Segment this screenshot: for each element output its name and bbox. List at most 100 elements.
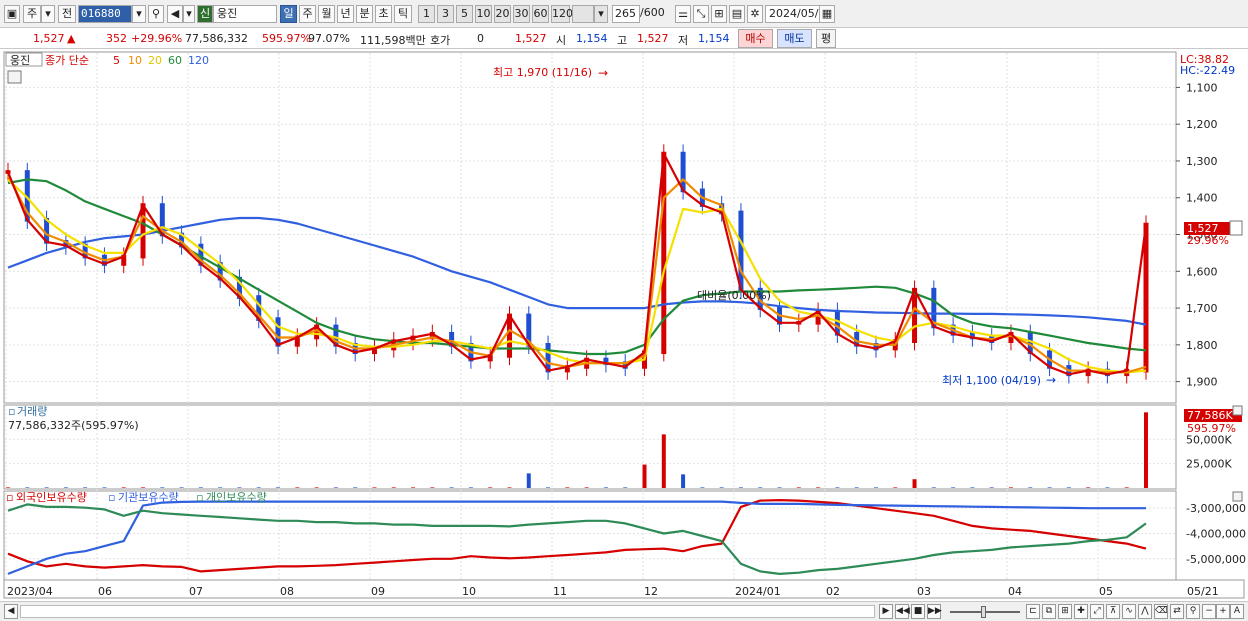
tool-wave-icon[interactable]: ∿ — [1122, 604, 1136, 619]
tool-trend-icon[interactable]: ⤢ — [1090, 604, 1104, 619]
zoom-slider-handle[interactable] — [981, 606, 986, 618]
bottom-scrollbar[interactable]: ◀ ▶ ◀◀ ■ ▶▶ ⊏ ⧉ ⊞ ✚ ⤢ ⊼ ∿ ⋀ ⌫ ⇄ ⚲ − + A — [0, 601, 1248, 621]
x-axis-tick-label: 11 — [553, 585, 567, 598]
interval-120[interactable]: 120 — [551, 5, 573, 23]
price-tag-icon[interactable] — [1229, 220, 1243, 236]
market-dropdown-icon[interactable]: ▾ — [41, 5, 55, 23]
low-marker-label: 최저 1,100 (04/19) — [942, 374, 1041, 387]
tool-erase-icon[interactable]: ⌫ — [1154, 604, 1168, 619]
stop-icon[interactable]: ■ — [911, 604, 925, 619]
volume-bar — [623, 487, 628, 488]
scroll-track[interactable] — [20, 605, 875, 618]
volume-bar — [198, 487, 203, 488]
high-price: 1,527 — [637, 32, 669, 45]
market-select[interactable]: 주 — [23, 5, 41, 23]
layout-icon[interactable]: ▣ — [4, 5, 20, 23]
period-tick[interactable]: 틱 — [394, 5, 412, 23]
tool-fib-icon[interactable]: ⊼ — [1106, 604, 1120, 619]
chart-area[interactable]: 2023/04 06 07 08 09 10 11 12 2024/01 02 03 04 05 05/2… — [0, 50, 1248, 601]
prev-button[interactable]: 전 — [58, 5, 76, 23]
rewind-icon[interactable]: ◀◀ — [895, 604, 910, 619]
interval-custom-field[interactable] — [572, 5, 594, 23]
volume-close-icon[interactable] — [1232, 405, 1243, 416]
interval-dropdown-icon[interactable]: ▾ — [594, 5, 608, 23]
indicator-icon[interactable]: ⊞ — [711, 5, 727, 23]
calendar-icon[interactable]: ▦ — [819, 5, 835, 23]
period-day[interactable]: 일 — [280, 5, 297, 23]
ma-legend-60: 60 — [168, 54, 182, 67]
volume-bar — [681, 474, 686, 488]
tool-copy-icon[interactable]: ⧉ — [1042, 604, 1056, 619]
volume-bar — [121, 487, 126, 488]
interval-1[interactable]: 1 — [418, 5, 435, 23]
period-year[interactable]: 년 — [337, 5, 354, 23]
volume-tick-label: 25,000K — [1186, 458, 1232, 471]
stock-name-field[interactable]: 웅진 — [213, 5, 277, 23]
volume-bar — [893, 487, 898, 488]
price-tag-percent: 29.96% — [1187, 234, 1229, 247]
x-axis-tick-label: 2024/01 — [735, 585, 781, 598]
volume-bar — [565, 487, 570, 488]
ma-legend-120: 120 — [188, 54, 209, 67]
candle-type-icon[interactable]: ⚌ — [675, 5, 691, 23]
holding-tick-label: -5,000,000 — [1186, 553, 1246, 566]
holding-tick-label: -4,000,000 — [1186, 527, 1246, 540]
scroll-right-icon[interactable]: ▶ — [879, 604, 893, 619]
period-month[interactable]: 월 — [318, 5, 335, 23]
speaker-icon[interactable]: ◀ — [167, 5, 183, 23]
x-axis-tick-label: 06 — [98, 585, 112, 598]
tool-cross-icon[interactable]: ✚ — [1074, 604, 1088, 619]
chart-svg[interactable]: 2023/04 06 07 08 09 10 11 12 2024/01 02 03 04 05 05/2… — [0, 50, 1248, 601]
interval-3[interactable]: 3 — [437, 5, 454, 23]
forward-icon[interactable]: ▶▶ — [927, 604, 942, 619]
save-icon[interactable]: ▤ — [729, 5, 745, 23]
interval-20[interactable]: 20 — [494, 5, 511, 23]
stock-code-input[interactable]: 016880 — [78, 5, 132, 23]
period-week[interactable]: 주 — [299, 5, 316, 23]
volume-bar — [970, 487, 975, 488]
gear-icon[interactable]: ✲ — [747, 5, 763, 23]
volume-tick-label: 50,000K — [1186, 433, 1232, 446]
x-axis-tick-label: 10 — [462, 585, 476, 598]
interval-10[interactable]: 10 — [475, 5, 492, 23]
sell-button[interactable]: 매도 — [777, 29, 812, 48]
data-count-input[interactable]: 265 — [612, 5, 640, 23]
stock-tag[interactable]: 웅진 — [10, 54, 30, 67]
holding-close-icon[interactable] — [1232, 491, 1243, 502]
volume-tag: 77,586K — [1187, 409, 1233, 422]
tool-link-icon[interactable]: ⇄ — [1170, 604, 1184, 619]
zoom-in-icon[interactable]: + — [1216, 604, 1230, 619]
code-dropdown-icon[interactable]: ▾ — [132, 5, 146, 23]
open-price: 1,154 — [576, 32, 608, 45]
scroll-left-icon[interactable]: ◀ — [4, 604, 18, 619]
volume-bar — [102, 487, 107, 488]
volume-bar — [141, 487, 146, 488]
hc-label: HC:-22.49 — [1180, 64, 1235, 77]
eval-button[interactable]: 평 — [816, 29, 836, 48]
price-tick-label: 1,300 — [1186, 155, 1218, 168]
volume-bar — [642, 464, 647, 488]
tool-select-icon[interactable]: ⊏ — [1026, 604, 1040, 619]
search-icon[interactable]: ⚲ — [148, 5, 164, 23]
price-change: 352 — [106, 32, 127, 45]
draw-tool-icon[interactable]: ⤡ — [693, 5, 709, 23]
buy-button[interactable]: 매수 — [738, 29, 773, 48]
volume-bar — [796, 487, 801, 488]
zoom-out-icon[interactable]: − — [1202, 604, 1216, 619]
zoom-search-icon[interactable]: ⚲ — [1186, 604, 1200, 619]
tool-pattern-icon[interactable]: ⋀ — [1138, 604, 1152, 619]
volume-bar — [738, 487, 743, 488]
interval-30[interactable]: 30 — [513, 5, 530, 23]
font-size-icon[interactable]: A — [1230, 604, 1244, 619]
speaker-dropdown-icon[interactable]: ▾ — [183, 5, 195, 23]
low-label: 저 — [678, 34, 689, 47]
table-view-icon[interactable] — [7, 70, 22, 84]
interval-5[interactable]: 5 — [456, 5, 473, 23]
volume-bar — [526, 473, 531, 488]
volume-bar — [700, 487, 705, 488]
volume-value: 77,586,332 — [185, 32, 248, 45]
period-second[interactable]: 초 — [375, 5, 392, 23]
period-minute[interactable]: 분 — [356, 5, 373, 23]
tool-layout-icon[interactable]: ⊞ — [1058, 604, 1072, 619]
interval-60[interactable]: 60 — [532, 5, 549, 23]
